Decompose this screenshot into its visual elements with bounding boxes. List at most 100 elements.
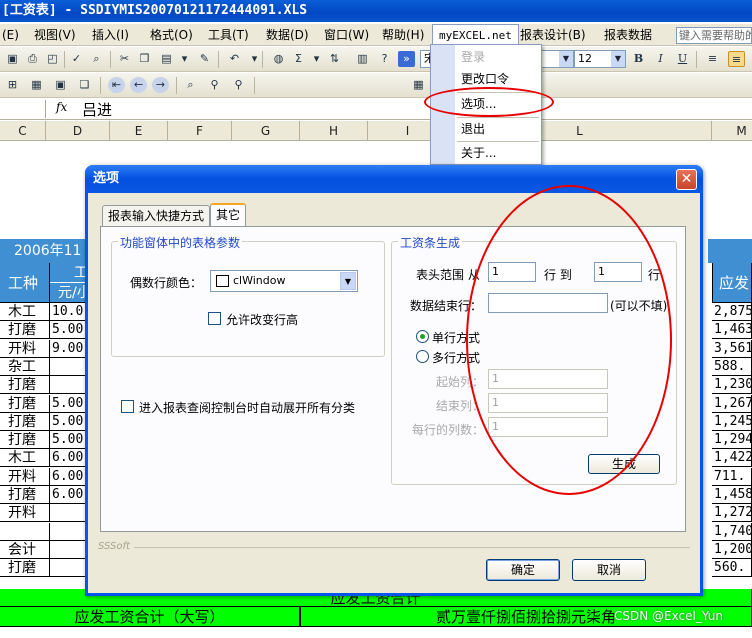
column-header[interactable]: H: [300, 121, 368, 141]
menu-report-design[interactable]: 报表设计(B): [520, 24, 586, 46]
close-icon[interactable]: ✕: [676, 169, 697, 190]
column-header[interactable]: F: [168, 121, 232, 141]
chart-wizard-icon[interactable]: ▥: [354, 51, 371, 67]
sheet-title-cell-right[interactable]: [708, 239, 752, 263]
filter-remove-icon[interactable]: ⚲: [230, 77, 247, 93]
copy-icon[interactable]: ❐: [136, 51, 153, 67]
spell-check-icon[interactable]: ✓: [68, 51, 85, 67]
undo-icon[interactable]: ↶: [226, 51, 243, 67]
nav-first-icon[interactable]: ⇤: [108, 77, 125, 93]
cell-work-type[interactable]: [0, 523, 50, 541]
menu-window[interactable]: 窗口(W): [324, 24, 369, 46]
formula-input[interactable]: 吕进: [82, 99, 112, 120]
save-icon[interactable]: ▣: [4, 51, 21, 67]
cell-payable[interactable]: 1,463: [712, 321, 752, 339]
nav-next-icon[interactable]: →: [152, 77, 169, 93]
column-header[interactable]: C: [0, 121, 46, 141]
table-icon[interactable]: ▦: [28, 77, 45, 93]
menu-item-exit[interactable]: 退出: [461, 119, 485, 139]
tab-other[interactable]: 其它: [210, 203, 247, 227]
print-icon[interactable]: ⎙: [24, 51, 41, 67]
cell-work-type[interactable]: 打磨: [0, 559, 50, 577]
cell-work-type[interactable]: 开料: [0, 468, 50, 486]
menu-data[interactable]: 数据(D): [266, 24, 309, 46]
font-size-combo[interactable]: 12 ▼: [574, 50, 626, 68]
autosum-dropdown-icon[interactable]: ▾: [308, 51, 325, 67]
cell-payable[interactable]: 1,230: [712, 376, 752, 394]
chevron-down-icon[interactable]: ▼: [559, 51, 573, 67]
cell-work-type[interactable]: 开料: [0, 504, 50, 522]
autosum-icon[interactable]: Σ: [290, 51, 307, 67]
menu-edit[interactable]: (E): [2, 24, 19, 46]
cell-payable[interactable]: 1,458: [712, 486, 752, 504]
column-header[interactable]: M: [712, 121, 752, 141]
menu-item-login[interactable]: 登录: [461, 47, 485, 67]
name-box[interactable]: [0, 100, 46, 118]
cell-work-type[interactable]: 开料: [0, 340, 50, 358]
cell-payable[interactable]: 1,245: [712, 413, 752, 431]
cell-payable[interactable]: 711.: [712, 468, 752, 486]
underline-button[interactable]: U: [674, 51, 691, 67]
hierarchy-icon[interactable]: ⊞: [4, 77, 21, 93]
chevron-down-icon[interactable]: ▼: [611, 51, 625, 67]
cell-work-type[interactable]: 打磨: [0, 376, 50, 394]
cell-work-type[interactable]: 打磨: [0, 413, 50, 431]
menu-tools[interactable]: 工具(T): [208, 24, 249, 46]
even-row-color-select[interactable]: clWindow ▼: [210, 270, 358, 292]
cell-payable[interactable]: 1,422: [712, 449, 752, 467]
ok-button[interactable]: 确定: [486, 559, 560, 581]
chevron-down-icon[interactable]: ▼: [340, 272, 356, 290]
cell-work-type[interactable]: 会计: [0, 541, 50, 559]
nav-prev-icon[interactable]: ←: [130, 77, 147, 93]
align-center-icon[interactable]: ≡: [728, 51, 745, 67]
cell-work-type[interactable]: 木工: [0, 303, 50, 321]
menu-view[interactable]: 视图(V): [34, 24, 76, 46]
filter-icon[interactable]: ⚲: [206, 77, 223, 93]
menu-myexcel[interactable]: myEXCEL.net: [432, 24, 519, 46]
column-header[interactable]: E: [110, 121, 168, 141]
cell-work-type[interactable]: 打磨: [0, 486, 50, 504]
cut-icon[interactable]: ✂: [116, 51, 133, 67]
cell-work-type[interactable]: 打磨: [0, 395, 50, 413]
menu-help[interactable]: 帮助(H): [382, 24, 424, 46]
tab-shortcuts[interactable]: 报表输入快捷方式: [102, 205, 211, 226]
cell-work-type[interactable]: 杂工: [0, 358, 50, 376]
grid-icon[interactable]: ▦: [410, 77, 427, 93]
menu-report-data[interactable]: 报表数据: [604, 24, 652, 46]
cell-work-type[interactable]: 打磨: [0, 321, 50, 339]
menu-item-about[interactable]: 关于...: [461, 143, 496, 163]
cell-work-type[interactable]: 木工: [0, 449, 50, 467]
cancel-button[interactable]: 取消: [572, 559, 646, 581]
column-header[interactable]: G: [232, 121, 300, 141]
single-row-radio[interactable]: [416, 330, 429, 343]
cell-payable[interactable]: 3,561: [712, 340, 752, 358]
cell-payable[interactable]: 2,875: [712, 303, 752, 321]
header-cell-payable[interactable]: 应发: [712, 263, 752, 303]
paste-dropdown-icon[interactable]: ▾: [176, 51, 193, 67]
find-icon[interactable]: ⌕: [182, 77, 199, 93]
column-header[interactable]: D: [46, 121, 110, 141]
menu-format[interactable]: 格式(O): [150, 24, 193, 46]
cell-work-type[interactable]: 打磨: [0, 431, 50, 449]
cell-payable[interactable]: 1,740: [712, 523, 752, 541]
cell-payable[interactable]: 1,267: [712, 395, 752, 413]
sort-ascending-icon[interactable]: ⇅: [326, 51, 343, 67]
auto-expand-label[interactable]: 进入报表查阅控制台时自动展开所有分类: [139, 399, 355, 416]
help-icon[interactable]: ?: [376, 51, 393, 67]
header-cell-type[interactable]: 工种: [0, 263, 50, 303]
cell-payable[interactable]: 1,272: [712, 504, 752, 522]
sheet-title-cell[interactable]: 2006年11: [0, 239, 95, 263]
allow-row-height-checkbox[interactable]: [208, 312, 221, 325]
total-upper-label-cell[interactable]: 应发工资合计（大写）: [0, 607, 300, 627]
toolbar-options-icon[interactable]: »: [398, 51, 415, 67]
menu-insert[interactable]: 插入(I): [92, 24, 129, 46]
italic-button[interactable]: I: [652, 51, 669, 67]
format-painter-icon[interactable]: ✎: [196, 51, 213, 67]
align-left-icon[interactable]: ≡: [704, 51, 721, 67]
cell-payable[interactable]: 560.: [712, 559, 752, 577]
cell-payable[interactable]: 1,294: [712, 431, 752, 449]
fx-icon[interactable]: fx: [56, 100, 67, 114]
lock-icon[interactable]: ▣: [52, 77, 69, 93]
font-name-combo-tail[interactable]: ▼: [542, 50, 574, 68]
menu-item-change-password[interactable]: 更改口令: [461, 69, 509, 89]
